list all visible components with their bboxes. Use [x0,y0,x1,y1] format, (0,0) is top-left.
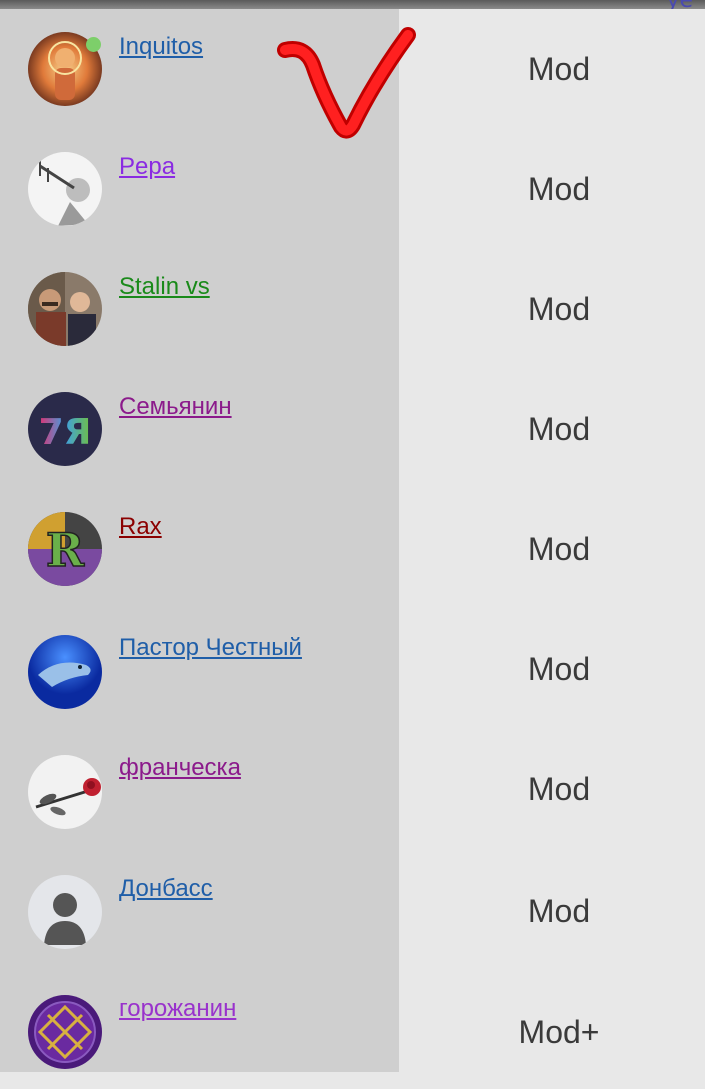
user-row: Пастор Честный Mod [0,609,705,729]
username-link[interactable]: Пастор Честный [119,634,302,662]
stalin-putin-avatar[interactable] [28,272,102,346]
user-row: горожанин Mod+ [0,969,705,1089]
role-label: Mod [527,171,591,207]
role-label: Mod [527,651,591,687]
username-link[interactable]: Донбасс [119,875,213,903]
role-label: Mod [527,291,591,327]
trumpeter-avatar[interactable] [28,152,102,226]
user-row: Донбасс Mod [0,849,705,969]
default-person-avatar[interactable] [28,875,102,949]
role-label: Mod [527,411,591,447]
role-label: Mod [527,51,591,87]
role-label: Mod+ [518,1014,600,1050]
svg-text:7Я: 7Я [39,412,92,453]
top-bar: ye [0,0,705,13]
user-row: 7Я Семьянин Mod [0,369,705,489]
user-row: R Rax Mod [0,489,705,609]
user-row: Pepa Mod [0,129,705,249]
username-link[interactable]: Rax [119,513,162,541]
red-checkmark-annotation [277,27,416,139]
user-row: Stalin vs Mod [0,249,705,369]
role-label: Mod [527,771,591,807]
dolphin-avatar[interactable] [28,635,102,709]
svg-text:R: R [46,523,85,577]
username-link[interactable]: Pepa [119,153,175,181]
r-logo-avatar[interactable]: R [28,512,102,586]
rose-avatar[interactable] [28,755,102,829]
username-link[interactable]: Stalin vs [119,273,210,301]
role-label: Mod [527,893,591,929]
7ya-logo-avatar[interactable]: 7Я [28,392,102,466]
user-row: франческа Mod [0,729,705,849]
username-link[interactable]: франческа [119,754,241,782]
online-indicator [86,37,101,52]
username-link[interactable]: горожанин [119,995,236,1023]
username-link[interactable]: Семьянин [119,393,232,421]
role-label: Mod [527,531,591,567]
username-link[interactable]: Inquitos [119,33,203,61]
purple-emblem-avatar[interactable] [28,995,102,1069]
